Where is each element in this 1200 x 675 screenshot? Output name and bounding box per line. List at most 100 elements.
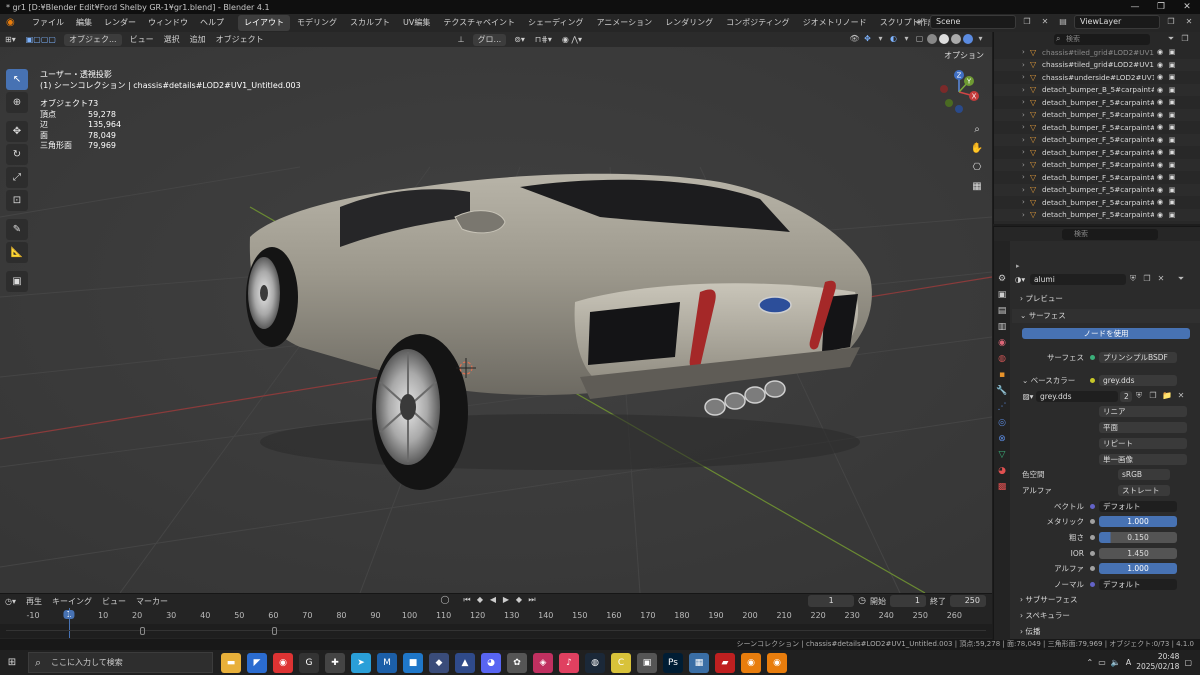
source-dropdown[interactable]: 単一画像 — [1099, 453, 1187, 465]
steam-icon[interactable]: ◍ — [585, 652, 605, 673]
rendered-shading-icon[interactable] — [963, 34, 973, 44]
visibility-eye-icon[interactable]: ◉ — [1154, 61, 1166, 69]
transform-tool-icon[interactable]: ⊡ — [6, 190, 28, 211]
close-icon[interactable]: ✕ — [1174, 0, 1200, 14]
pivot-icon[interactable]: ⊚▾ — [509, 32, 530, 47]
render-camera-icon[interactable]: ▣ — [1166, 86, 1178, 94]
app-icon[interactable]: ◈ — [533, 652, 553, 673]
menu-file[interactable]: ファイル — [26, 14, 70, 32]
select-mode-icons[interactable]: ▣▢▢▢ — [21, 32, 61, 47]
visibility-icon[interactable]: 👁▾ — [849, 33, 860, 55]
material-browse-icon[interactable]: ◑▾ — [1012, 275, 1028, 284]
expand-chevron-icon[interactable]: › — [1022, 186, 1030, 194]
taskbar-search-input[interactable]: ここに入力して検索 — [28, 652, 213, 673]
timeline-ruler[interactable]: -101102030405060708090100110120130140150… — [0, 609, 992, 623]
tab-geometry-nodes[interactable]: ジオメトリノード — [797, 15, 873, 31]
delete-scene-icon[interactable]: ✕ — [1038, 15, 1052, 29]
render-camera-icon[interactable]: ▣ — [1166, 61, 1178, 69]
image-unlink-icon[interactable]: ✕ — [1174, 389, 1188, 403]
overlay-dropdown-icon[interactable]: ▾ — [901, 33, 912, 45]
interpolation-dropdown[interactable]: リニア — [1099, 405, 1187, 417]
gizmo-toggle-icon[interactable]: ✥ — [862, 33, 873, 45]
image-new-icon[interactable]: ❐ — [1146, 389, 1160, 403]
ior-field[interactable]: 1.450 — [1099, 547, 1177, 559]
scene-field[interactable]: Scene — [930, 15, 1016, 29]
roughness-slider[interactable]: 0.150 — [1099, 531, 1177, 543]
link-dropdown-icon[interactable]: ⏷ — [1174, 272, 1188, 286]
rotate-tool-icon[interactable]: ↻ — [6, 144, 28, 165]
material-tab-icon[interactable]: ◕ — [996, 465, 1008, 478]
outliner-row[interactable]: ›▽ detach_bumper_F_5#carpaint#LOI◉▣ — [994, 196, 1200, 209]
visibility-eye-icon[interactable]: ◉ — [1154, 123, 1166, 131]
tab-compositing[interactable]: コンポジティング — [720, 15, 796, 31]
options-dropdown[interactable]: オプション — [944, 50, 984, 61]
surface-shader-field[interactable]: プリンシプルBSDF — [1099, 351, 1177, 363]
render-camera-icon[interactable]: ▣ — [1166, 123, 1178, 131]
menu-edit[interactable]: 編集 — [70, 14, 98, 32]
normal-field[interactable]: デフォルト — [1099, 578, 1177, 590]
outliner-row[interactable]: ›▽ detach_bumper_F_5#carpaint#LOI◉▣ — [994, 96, 1200, 109]
select-tool-icon[interactable]: ↖ — [6, 69, 28, 90]
visibility-eye-icon[interactable]: ◉ — [1154, 198, 1166, 206]
app-icon[interactable]: G — [299, 652, 319, 673]
timeline-track[interactable] — [0, 608, 992, 638]
telegram-icon[interactable]: ➤ — [351, 652, 371, 673]
view-layer-field[interactable]: ViewLayer — [1074, 15, 1160, 29]
render-camera-icon[interactable]: ▣ — [1166, 98, 1178, 106]
menu-marker[interactable]: マーカー — [131, 596, 173, 607]
network-icon[interactable]: ▭ — [1098, 658, 1106, 667]
app-icon[interactable]: ▣ — [637, 652, 657, 673]
app-icon[interactable]: ■ — [403, 652, 423, 673]
expand-chevron-icon[interactable]: › — [1022, 123, 1030, 131]
clock-icon[interactable]: ◷ — [858, 596, 866, 606]
app-icon[interactable]: ▦ — [689, 652, 709, 673]
particles-tab-icon[interactable]: ⋰ — [996, 401, 1008, 414]
tab-animation[interactable]: アニメーション — [590, 15, 658, 31]
record-icon[interactable]: ◯ — [440, 595, 450, 605]
alpha-mode-dropdown[interactable]: ストレート — [1118, 484, 1170, 496]
material-shading-icon[interactable] — [951, 34, 961, 44]
tab-layout[interactable]: レイアウト — [238, 15, 290, 31]
cursor-tool-icon[interactable]: ⊕ — [6, 92, 28, 113]
solid-shading-icon[interactable] — [939, 34, 949, 44]
editor-type-icon[interactable]: ⊞▾ — [0, 32, 21, 47]
transform-orientation-dropdown[interactable]: グロ... — [472, 33, 507, 46]
app-icon[interactable]: ◆ — [429, 652, 449, 673]
navigation-gizmo[interactable]: Z X Y — [936, 69, 982, 115]
music-icon[interactable]: ♪ — [559, 652, 579, 673]
surface-section[interactable]: ⌄ サーフェス — [1012, 309, 1200, 323]
new-view-layer-icon[interactable]: ❐ — [1164, 15, 1178, 29]
expand-chevron-icon[interactable]: › — [1022, 198, 1030, 206]
expand-chevron-icon[interactable]: › — [1022, 211, 1030, 219]
jump-start-icon[interactable]: ⏮ — [462, 595, 472, 605]
menu-playback[interactable]: 再生 — [21, 596, 47, 607]
minimize-icon[interactable]: — — [1122, 0, 1148, 14]
play-reverse-icon[interactable]: ◀ — [488, 595, 498, 605]
app-icon[interactable]: ✿ — [507, 652, 527, 673]
maximize-icon[interactable]: ❐ — [1148, 0, 1174, 14]
transform-orientation-icon[interactable]: ⊥ — [453, 32, 470, 47]
blender-taskbar-icon-active[interactable]: ◉ — [767, 652, 787, 673]
move-tool-icon[interactable]: ✥ — [6, 121, 28, 142]
menu-select[interactable]: 選択 — [159, 32, 185, 47]
next-key-icon[interactable]: ◆ — [514, 595, 524, 605]
proportional-edit-icon[interactable]: ◉ ⋀▾ — [557, 32, 587, 47]
alpha-slider[interactable]: 1.000 — [1099, 562, 1177, 574]
render-camera-icon[interactable]: ▣ — [1166, 111, 1178, 119]
visibility-eye-icon[interactable]: ◉ — [1154, 98, 1166, 106]
tab-texture-paint[interactable]: テクスチャペイント — [437, 15, 521, 31]
duplicate-material-icon[interactable]: ❐ — [1140, 272, 1154, 286]
expand-chevron-icon[interactable]: › — [1022, 48, 1030, 56]
scale-tool-icon[interactable]: ⤢ — [6, 167, 28, 188]
expand-chevron-icon[interactable]: › — [1022, 148, 1030, 156]
wireframe-shading-icon[interactable] — [927, 34, 937, 44]
pan-hand-icon[interactable]: ✋ — [970, 142, 984, 155]
blender-taskbar-icon[interactable]: ◉ — [741, 652, 761, 673]
3d-viewport[interactable]: ↖ ⊕ ✥ ↻ ⤢ ⊡ ✎ 📐 ▣ ユーザー・透視投影 (1) シーンコレクショ… — [0, 47, 992, 593]
filter-icon[interactable]: ⏷ — [1164, 32, 1178, 46]
visibility-eye-icon[interactable]: ◉ — [1154, 161, 1166, 169]
data-tab-icon[interactable]: ▽ — [996, 449, 1008, 462]
play-icon[interactable]: ▶ — [501, 595, 511, 605]
ortho-grid-icon[interactable]: ▦ — [970, 180, 984, 193]
transmission-section[interactable]: › 伝播 — [1012, 625, 1200, 639]
